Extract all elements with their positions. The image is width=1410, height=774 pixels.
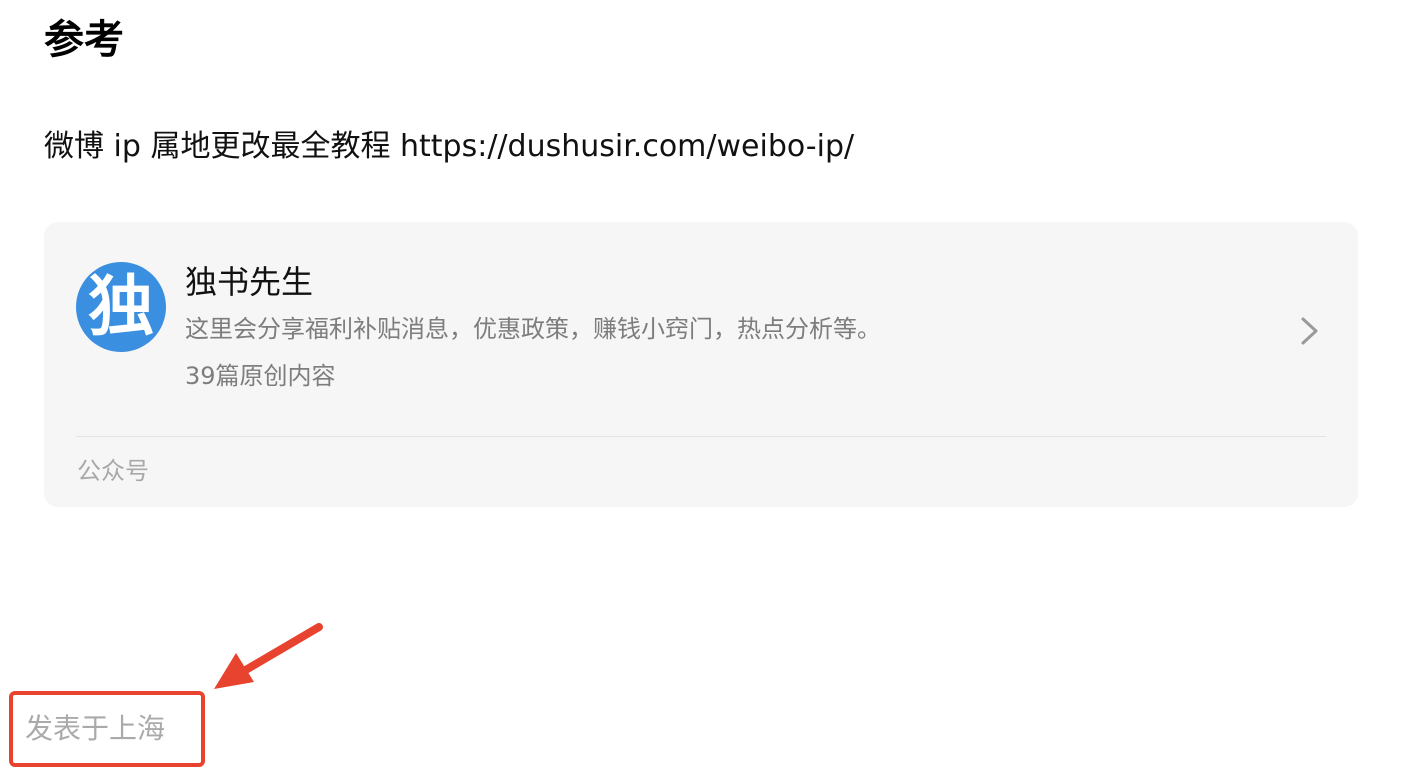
article-page: 参考 微博 ip 属地更改最全教程 https://dushusir.com/w… <box>0 0 1410 774</box>
account-description: 这里会分享福利补贴消息，优惠政策，赚钱小窍门，热点分析等。 <box>185 315 881 343</box>
reference-link[interactable]: https://dushusir.com/weibo-ip/ <box>400 129 854 164</box>
reference-label: 微博 ip 属地更改最全教程 <box>44 129 391 164</box>
ip-location-label: 发表于上海 <box>25 712 166 745</box>
reference-line: 微博 ip 属地更改最全教程 https://dushusir.com/weib… <box>44 126 854 168</box>
red-arrow-icon <box>214 623 323 689</box>
account-avatar: 独 <box>76 262 166 352</box>
account-name: 独书先生 <box>185 263 314 301</box>
card-divider <box>76 436 1326 437</box>
account-post-count: 39篇原创内容 <box>185 362 336 390</box>
location-highlight-box: 发表于上海 <box>9 691 205 767</box>
section-heading: 参考 <box>44 17 124 63</box>
account-card[interactable]: 独 独书先生 这里会分享福利补贴消息，优惠政策，赚钱小窍门，热点分析等。 39篇… <box>44 222 1358 507</box>
chevron-right-icon <box>1301 317 1318 345</box>
account-type-label: 公众号 <box>77 457 149 485</box>
